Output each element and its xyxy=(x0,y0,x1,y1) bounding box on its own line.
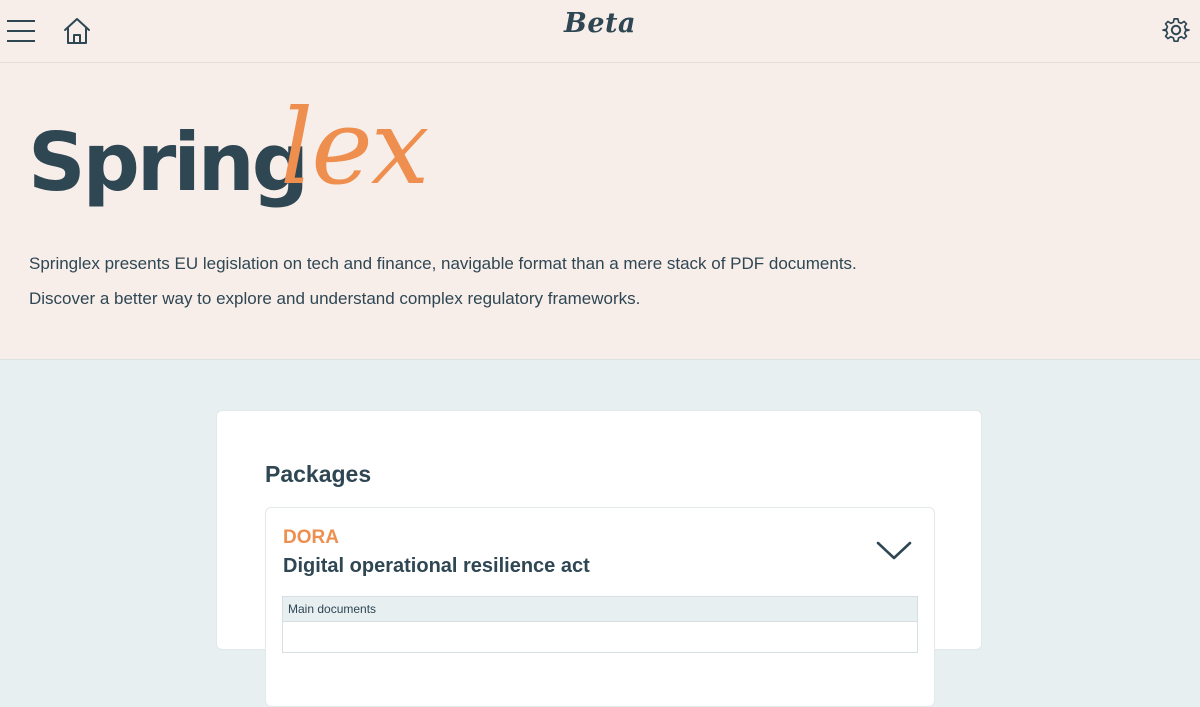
packages-title: Packages xyxy=(265,461,372,487)
springlex-logo: Spring lex xyxy=(28,85,429,215)
package-name: Digital operational resilience act xyxy=(283,555,590,577)
logo-lex-text: lex xyxy=(280,86,429,208)
brand-beta[interactable]: Beta xyxy=(540,8,660,39)
home-icon xyxy=(64,18,90,44)
menu-icon xyxy=(7,20,35,42)
settings-button[interactable] xyxy=(1162,16,1190,44)
logo-spring-text: Spring xyxy=(28,116,309,209)
documents-table: Main documents xyxy=(282,596,918,653)
table-row[interactable] xyxy=(283,622,917,652)
package-expand-toggle[interactable] xyxy=(876,540,912,562)
hero-section: Spring lex Springlex presents EU legisla… xyxy=(0,63,1200,360)
home-button[interactable] xyxy=(62,16,92,46)
top-bar: Beta xyxy=(0,0,1200,63)
hero-description-2: Discover a better way to explore and und… xyxy=(29,289,641,308)
menu-button[interactable] xyxy=(6,18,36,44)
gear-icon xyxy=(1162,18,1190,43)
hero-description-1: Springlex presents EU legislation on tec… xyxy=(29,254,857,273)
chevron-down-icon xyxy=(876,541,912,560)
documents-table-header: Main documents xyxy=(283,597,917,622)
package-code: DORA xyxy=(283,527,339,548)
package-item[interactable]: DORA Digital operational resilience act … xyxy=(265,507,935,707)
packages-card: Packages DORA Digital operational resili… xyxy=(216,410,982,707)
